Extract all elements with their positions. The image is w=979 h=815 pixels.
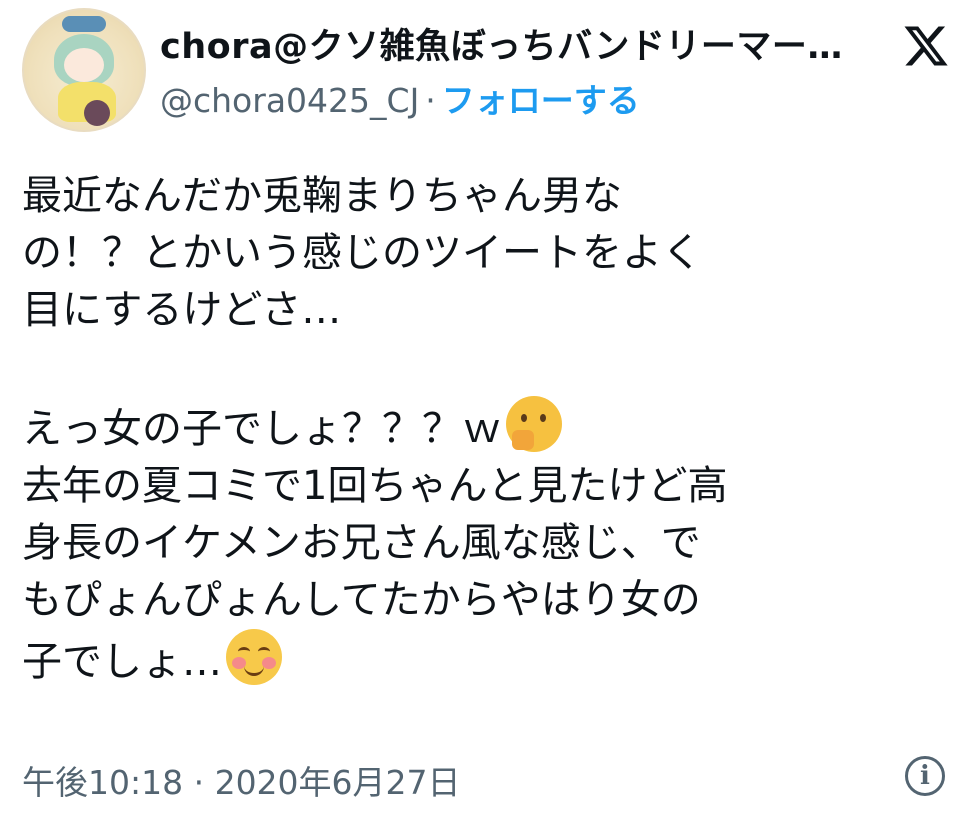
tweet-timestamp[interactable]: 午後10:18 · 2020年6月27日 [22, 756, 461, 804]
tweet-line: 最近なんだか兎鞠まりちゃん男な [22, 173, 622, 219]
tweet-text: 最近なんだか兎鞠まりちゃん男な の！？とかいう感じのツイートをよく 目にするけど… [22, 168, 952, 691]
info-icon[interactable]: i [905, 756, 945, 796]
x-logo-icon[interactable] [898, 22, 954, 70]
tweet-line: 子でしょ… [22, 629, 952, 691]
tweet-line: 目にするけどさ… [22, 287, 342, 333]
thinking-face-icon [506, 396, 562, 452]
smiling-face-icon [226, 629, 282, 685]
tweet-line: えっ女の子でしょ？？？ｗ [22, 396, 952, 458]
tweet-line: もぴょんぴょんしてたからやはり女の [22, 577, 701, 623]
display-name[interactable]: chora@クソ雑魚ぼっちバンドリーマー… [160, 18, 880, 69]
tweet-header: chora@クソ雑魚ぼっちバンドリーマー… @chora0425_CJ · フォロー… [0, 0, 979, 140]
separator-dot: · [425, 81, 436, 120]
tweet-line: 身長のイケメンお兄さん風な感じ、で [22, 520, 701, 566]
avatar-badge [62, 16, 106, 32]
tweet-line: 去年の夏コミで1回ちゃんと見たけど高 [22, 463, 728, 509]
user-handle[interactable]: @chora0425_CJ [160, 81, 419, 120]
avatar-small-figure [84, 100, 110, 126]
avatar-face [64, 48, 104, 82]
tweet-line: の！？とかいう感じのツイートをよく [22, 230, 702, 276]
follow-button[interactable]: フォローする [442, 81, 640, 120]
tweet-line-text: えっ女の子でしょ？？？ｗ [22, 406, 502, 452]
handle-row: @chora0425_CJ · フォローする [160, 74, 640, 122]
tweet-line-text: 子でしょ… [22, 639, 222, 685]
avatar[interactable] [22, 8, 146, 132]
